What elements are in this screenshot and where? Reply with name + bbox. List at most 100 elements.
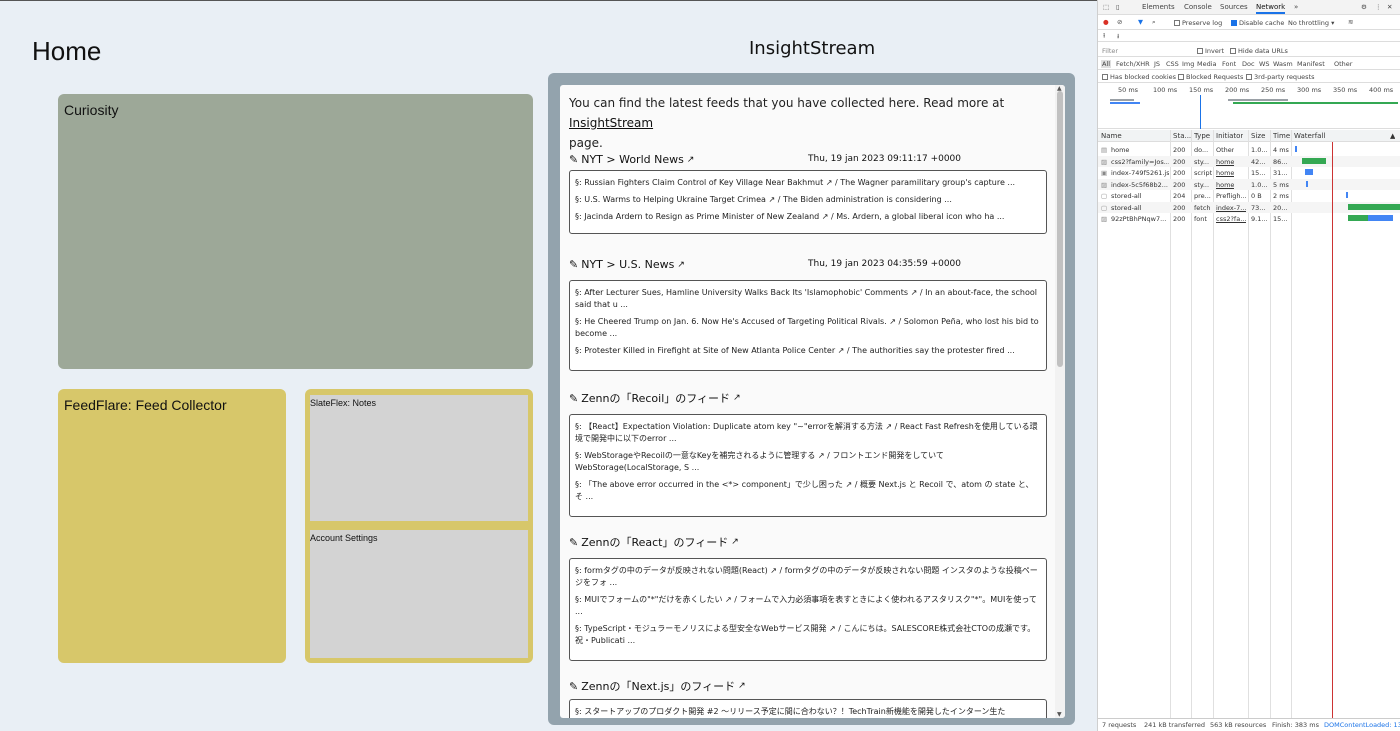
insightstream-link[interactable]: InsightStream [569,116,653,130]
tab-console[interactable]: Console [1184,3,1212,11]
col-name[interactable]: Name [1101,132,1122,140]
request-row[interactable]: ▣ index-749f5261.js 200 script home 15... 31..… [1098,167,1400,178]
settings-icon[interactable]: ⚙ [1361,3,1367,11]
inspect-icon[interactable]: ⬚ [1103,3,1109,11]
tab-network[interactable]: Network [1256,3,1286,14]
timeline-tick: 100 ms [1153,86,1178,94]
filter-icon[interactable]: ▼ [1138,18,1143,26]
type-filter-ws[interactable]: WS [1259,60,1270,68]
request-time: 2 ms [1273,192,1289,200]
feedflare-card[interactable]: FeedFlare: Feed Collector [58,389,286,663]
feed-scroll-area[interactable]: You can find the latest feeds that you h… [560,85,1065,718]
request-initiator[interactable]: home [1216,158,1234,166]
request-row[interactable]: ▨ css2?family=Jos... 200 sty... home 42... 86.… [1098,155,1400,167]
request-initiator[interactable]: Other [1216,146,1234,154]
feed-item[interactable]: §: After Lecturer Sues, Hamline Universi… [575,287,1041,311]
external-link-icon[interactable]: ↗ [733,393,741,403]
device-toggle-icon[interactable]: ▯ [1116,3,1120,11]
feed-item[interactable]: §: He Cheered Trump on Jan. 6. Now He's … [575,316,1041,340]
scrollbar-thumb[interactable] [1057,91,1063,367]
col-type[interactable]: Type [1194,132,1210,140]
request-row[interactable]: ▢ stored-all 204 pre... Prefligh... 0 B 2 ms [1098,190,1400,201]
type-filter-css[interactable]: CSS [1166,60,1179,68]
type-filter-js[interactable]: JS [1154,60,1160,68]
request-initiator[interactable]: index-7... [1216,204,1246,212]
wifi-icon[interactable]: ≋ [1348,18,1353,26]
search-icon[interactable]: ⌕ [1152,18,1156,27]
col-status[interactable]: Sta... [1173,132,1191,140]
throttling-select[interactable]: No throttling ▾ [1288,19,1334,27]
type-filter-all[interactable]: All [1101,60,1112,68]
feed-item[interactable]: §: 【React】Expectation Violation: Duplica… [575,421,1041,445]
sort-icon[interactable]: ▲ [1390,132,1395,140]
close-icon[interactable]: ✕ [1387,3,1392,11]
import-icon[interactable]: ⭱ [1103,32,1105,43]
feed-header[interactable]: ✎ NYT > U.S. News ↗ [569,258,685,271]
request-row[interactable]: ▨ 92zPtBhPNqw7... 200 font css2?fa... 9.1... 1… [1098,213,1400,224]
slateflex-card[interactable]: SlateFlex: Notes [310,395,528,521]
timeline-overview[interactable]: 50 ms 100 ms 150 ms 200 ms 250 ms 300 ms… [1098,83,1400,129]
feed-item[interactable]: §: 「The above error occurred in the <*> … [575,479,1041,503]
type-filter-font[interactable]: Font [1222,60,1236,68]
request-initiator[interactable]: home [1216,181,1234,189]
feed-item[interactable]: §: Jacinda Ardern to Resign as Prime Min… [575,211,1041,223]
feed-item[interactable]: §: Russian Fighters Claim Control of Key… [575,177,1041,189]
scrollbar[interactable]: ▲ ▼ [1055,85,1065,718]
throttling-value: No throttling [1288,19,1330,27]
invert-checkbox[interactable]: Invert [1197,47,1224,55]
type-filter-media[interactable]: Media [1197,60,1217,68]
feed-item[interactable]: §: formタグの中のデータが反映されない問題(React) ↗ / form… [575,565,1041,589]
feed-item[interactable]: §: スタートアップのプロダクト開発 #2 〜リリース予定に間に合わない？！Te… [575,706,1041,718]
external-link-icon[interactable]: ↗ [738,681,746,691]
feed-item[interactable]: §: WebStorageやRecoilの一意なKeyを補完されるように管理する… [575,450,1041,474]
request-size: 73... [1251,203,1266,212]
preserve-log-checkbox[interactable]: Preserve log [1174,19,1222,27]
external-link-icon[interactable]: ↗ [677,260,685,270]
tab-sources[interactable]: Sources [1220,3,1248,11]
feed-name: Zennの「Recoil」のフィード [581,392,731,405]
type-filter-manifest[interactable]: Manifest [1297,60,1325,68]
more-menu-icon[interactable]: ⋮ [1375,3,1382,11]
feed-header[interactable]: ✎ Zennの「React」のフィード ↗ [569,534,739,550]
type-filter-fetch[interactable]: Fetch/XHR [1116,60,1150,68]
curiosity-card[interactable]: Curiosity [58,94,533,369]
record-icon[interactable]: ● [1103,18,1109,26]
tab-more[interactable]: » [1294,3,1298,11]
feedflare-title: FeedFlare: Feed Collector [64,397,227,413]
hide-data-urls-checkbox[interactable]: Hide data URLs [1230,47,1288,55]
account-settings-card[interactable]: Account Settings [310,530,528,658]
filter-input[interactable]: Filter [1102,47,1118,55]
request-row[interactable]: ▨ index-5c5f68b2... 200 sty... home 1.0... 5 m… [1098,178,1400,190]
request-row[interactable]: ▤ home 200 do... Other 1.0... 4 ms [1098,144,1400,155]
feed-item[interactable]: §: MUIでフォームの"*"だけを赤くしたい ↗ / フォームで入力必須事項を… [575,594,1041,618]
request-initiator[interactable]: home [1216,169,1234,177]
blocked-requests-checkbox[interactable]: Blocked Requests [1178,73,1243,81]
request-initiator[interactable]: css2?fa... [1216,215,1246,223]
feed-item[interactable]: §: Protester Killed in Firefight at Site… [575,345,1041,357]
feed-item[interactable]: §: TypeScript・モジュラーモノリスによる型安全なWebサービス開発 … [575,623,1041,647]
type-filter-doc[interactable]: Doc [1242,60,1255,68]
external-link-icon[interactable]: ↗ [731,537,739,547]
tab-elements[interactable]: Elements [1142,3,1175,11]
col-waterfall[interactable]: Waterfall [1294,132,1325,140]
request-row[interactable]: ▢ stored-all 200 fetch index-7... 73... 20... [1098,201,1400,213]
feed-items-box: §: Russian Fighters Claim Control of Key… [569,170,1047,234]
scroll-down-icon[interactable]: ▼ [1057,711,1062,718]
export-icon[interactable]: ⭳ [1117,32,1119,43]
disable-cache-checkbox[interactable]: Disable cache [1231,19,1284,27]
third-party-checkbox[interactable]: 3rd-party requests [1246,73,1315,81]
type-filter-wasm[interactable]: Wasm [1273,60,1293,68]
type-filter-img[interactable]: Img [1182,60,1194,68]
request-initiator[interactable]: Prefligh... [1216,192,1247,200]
col-time[interactable]: Time [1273,132,1290,140]
feed-header[interactable]: ✎ Zennの「Recoil」のフィード ↗ [569,390,741,406]
col-size[interactable]: Size [1251,132,1265,140]
col-initiator[interactable]: Initiator [1216,132,1243,140]
blocked-cookies-checkbox[interactable]: Has blocked cookies [1102,73,1176,81]
feed-item[interactable]: §: U.S. Warms to Helping Ukraine Target … [575,194,1041,206]
external-link-icon[interactable]: ↗ [687,155,695,165]
feed-header[interactable]: ✎ Zennの「Next.js」のフィード ↗ [569,678,746,694]
type-filter-other[interactable]: Other [1334,60,1352,68]
clear-icon[interactable]: ⊘ [1117,18,1122,26]
feed-header[interactable]: ✎ NYT > World News ↗ [569,153,694,166]
